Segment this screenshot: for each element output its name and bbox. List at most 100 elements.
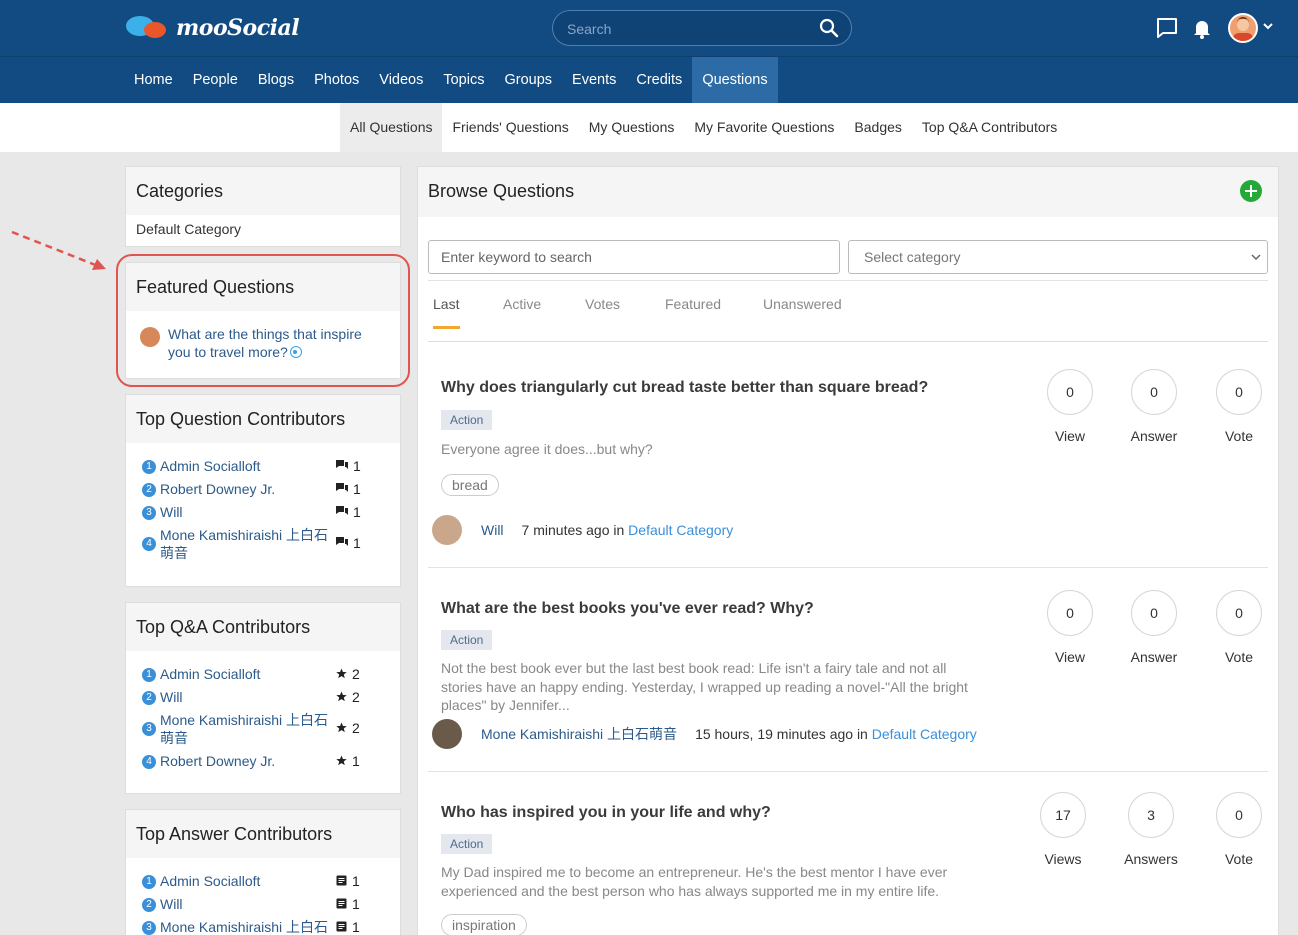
notifications-bell-icon[interactable] [1190,16,1214,40]
stat-views: 0 View [1040,590,1100,665]
count-value: 1 [353,458,361,474]
avatar-image-icon [1233,17,1253,41]
nav-item-home[interactable]: Home [124,57,183,104]
answers-icon [336,873,347,889]
rank-number: 1 [142,668,156,682]
star-icon [336,666,347,682]
rank-number: 1 [142,875,156,889]
subnav-item-all-questions[interactable]: All Questions [340,103,443,152]
rank-number: 1 [142,460,156,474]
questions-icon [336,504,348,520]
contributor-name-link[interactable]: Will [160,503,336,521]
contributor-row: 3 Mone Kamishiraishi 上白石萌音 2 [142,711,390,747]
question-item: What are the best books you've ever read… [428,568,1268,772]
subnav-item-friends-questions[interactable]: Friends' Questions [442,103,578,152]
category-item-default[interactable]: Default Category [126,215,400,243]
question-tag[interactable]: inspiration [441,914,527,935]
rank-number: 4 [142,755,156,769]
global-search [552,10,852,46]
rank-number: 3 [142,921,156,935]
browse-questions-title: Browse Questions [418,167,1278,217]
contributor-name-link[interactable]: Admin Socialloft [160,872,336,890]
nav-item-credits[interactable]: Credits [626,57,692,104]
contributor-name-link[interactable]: Admin Socialloft [160,665,336,683]
nav-item-videos[interactable]: Videos [369,57,433,104]
contributor-name-link[interactable]: Will [160,895,336,913]
contributor-name-link[interactable]: Will [160,688,336,706]
count-value: 1 [353,535,361,551]
contributor-row: 3 Will 1 [142,503,390,521]
tab-last[interactable]: Last [433,296,459,312]
nav-item-people[interactable]: People [183,57,248,104]
top-qa-contributors-panel: Top Q&A Contributors 1 Admin Socialloft 2 2… [125,602,401,794]
question-excerpt: Everyone agree it does...but why? [441,441,653,457]
messages-icon[interactable] [1155,16,1179,40]
star-icon [336,689,347,705]
nav-item-questions[interactable]: Questions [692,57,778,104]
author-avatar[interactable] [432,515,462,545]
tab-active[interactable]: Active [503,296,541,312]
questions-subnav: All Questions Friends' Questions My Questi… [0,103,1298,152]
search-icon[interactable] [819,18,839,38]
questions-icon [336,535,348,551]
tab-featured[interactable]: Featured [665,296,721,312]
nav-item-topics[interactable]: Topics [433,57,494,104]
contributor-list: 1 Admin Socialloft 2 2 Will 2 3 Mone Kamishirai… [126,651,400,785]
contributor-count: 1 [336,481,361,497]
main-nav: Home People Blogs Photos Videos Topics Groups E… [0,56,1298,104]
question-tag[interactable]: bread [441,474,499,496]
subnav-item-my-favorite-questions[interactable]: My Favorite Questions [684,103,844,152]
nav-item-groups[interactable]: Groups [494,57,562,104]
question-excerpt: My Dad inspired me to become an entrepre… [441,864,948,899]
author-avatar[interactable] [432,719,462,749]
tab-unanswered[interactable]: Unanswered [763,296,842,312]
category-link[interactable]: Default Category [628,522,733,538]
contributor-name-link[interactable]: Admin Socialloft [160,457,336,475]
contributor-name-link[interactable]: Mone Kamishiraishi 上白石 [160,918,336,935]
contributor-name-link[interactable]: Mone Kamishiraishi 上白石萌音 [160,711,336,747]
question-badge: Action [441,630,493,650]
subnav-item-badges[interactable]: Badges [844,103,911,152]
contributor-count: 1 [336,458,361,474]
contributor-name-link[interactable]: Robert Downey Jr. [160,480,336,498]
subnav-item-my-questions[interactable]: My Questions [579,103,685,152]
question-title[interactable]: Who has inspired you in your life and wh… [441,804,771,822]
contributor-name-link[interactable]: Robert Downey Jr. [160,752,336,770]
question-title[interactable]: Why does triangularly cut bread taste be… [441,379,928,397]
stat-views-label: View [1054,649,1086,665]
search-input[interactable] [567,18,807,40]
contributor-name-link[interactable]: Mone Kamishiraishi 上白石萌音 [160,526,336,562]
question-item: Why does triangularly cut bread taste be… [428,343,1268,568]
stat-views-value: 0 [1047,369,1093,415]
questions-icon [336,458,348,474]
question-title[interactable]: What are the best books you've ever read… [441,600,814,618]
stat-answers: 3 Answers [1121,792,1181,867]
stat-answers-label: Answer [1130,649,1178,665]
nav-item-photos[interactable]: Photos [304,57,369,104]
keyword-search-input[interactable] [428,240,840,274]
category-link[interactable]: Default Category [872,726,977,742]
author-link[interactable]: Mone Kamishiraishi 上白石萌音 [481,724,677,744]
time-text: 7 minutes ago in [521,522,625,538]
tab-votes[interactable]: Votes [585,296,620,312]
stat-votes: 0 Vote [1209,590,1269,665]
top-question-contributors-title: Top Question Contributors [126,395,400,443]
logo-text: mooSocial [176,15,300,41]
categories-panel: Categories Default Category [125,166,401,247]
site-logo[interactable]: mooSocial [124,14,300,42]
question-meta: Mone Kamishiraishi 上白石萌音 15 hours, 19 mi… [432,719,977,749]
count-value: 1 [352,873,360,889]
stat-views: 17 Views [1033,792,1093,867]
subnav-item-top-q-a-contributors[interactable]: Top Q&A Contributors [912,103,1067,152]
nav-item-blogs[interactable]: Blogs [248,57,304,104]
contributor-list: 1 Admin Socialloft 1 2 Robert Downey Jr. 1 3 Wi… [126,443,400,577]
author-link[interactable]: Will [481,522,504,538]
time-text: 15 hours, 19 minutes ago in [695,726,868,742]
user-menu-chevron-down-icon[interactable] [1262,20,1274,32]
categories-title: Categories [126,167,400,215]
category-select[interactable]: Select category [848,240,1268,274]
nav-item-events[interactable]: Events [562,57,626,104]
contributor-row: 2 Will 2 [142,688,390,706]
add-question-plus-icon[interactable] [1240,180,1262,202]
user-avatar[interactable] [1228,13,1258,43]
